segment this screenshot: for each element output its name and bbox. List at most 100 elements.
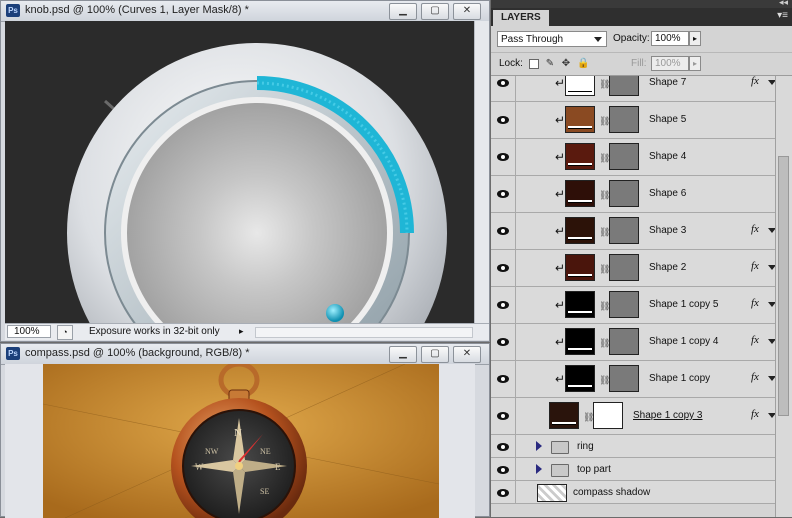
layers-scrollbar[interactable] [775,76,792,517]
layer-row[interactable]: ↵ ⛓ Shape 1 copy 5 fx [491,287,777,324]
opacity-field[interactable]: 100% [651,31,689,46]
layer-row[interactable]: ↵ ⛓ Shape 4 [491,139,777,176]
blend-mode-select[interactable]: Pass Through [497,31,607,47]
vector-mask-thumbnail[interactable] [609,106,639,133]
layer-thumbnail[interactable] [565,143,595,170]
layer-effects-icon[interactable]: fx [751,260,759,272]
visibility-toggle[interactable] [491,139,516,175]
layer-name[interactable]: Shape 6 [649,188,686,199]
layer-thumbnail[interactable] [565,217,595,244]
layer-effects-icon[interactable]: fx [751,76,759,87]
visibility-toggle[interactable] [491,324,516,360]
eye-icon[interactable] [497,79,509,87]
eye-icon[interactable] [497,116,509,124]
layer-thumbnail[interactable] [565,106,595,133]
link-chain-icon[interactable]: ⛓ [599,301,610,311]
layer-row[interactable]: ↵ ⛓ Shape 1 copy 4 fx [491,324,777,361]
layer-effects-icon[interactable]: fx [751,371,759,383]
layer-row[interactable]: ↵ ⛓ Shape 7 fx [491,76,777,102]
layers-panel[interactable]: ◂◂ LAYERS ▾≡ Pass Through Opacity: 100% … [490,0,792,517]
eye-icon[interactable] [497,412,509,420]
layer-thumbnail[interactable] [565,365,595,392]
vector-mask-thumbnail[interactable] [609,291,639,318]
visibility-toggle[interactable] [491,102,516,138]
visibility-toggle[interactable] [491,287,516,323]
layer-thumbnail[interactable] [549,402,579,429]
vector-mask-thumbnail[interactable] [609,143,639,170]
layer-name[interactable]: Shape 4 [649,151,686,162]
compass-titlebar[interactable]: Ps compass.psd @ 100% (background, RGB/8… [1,344,489,365]
layer-name[interactable]: compass shadow [573,487,650,498]
link-chain-icon[interactable]: ⛓ [599,264,610,274]
eye-icon[interactable] [497,338,509,346]
layer-name[interactable]: Shape 1 copy 3 [633,410,703,421]
link-chain-icon[interactable]: ⛓ [599,227,610,237]
eye-icon[interactable] [497,153,509,161]
layer-effects-icon[interactable]: fx [751,334,759,346]
layer-name[interactable]: Shape 2 [649,262,686,273]
lock-transparent-icon[interactable] [529,59,539,69]
link-chain-icon[interactable]: ⛓ [599,338,610,348]
layer-row[interactable]: ↵ ⛓ Shape 5 [491,102,777,139]
layer-name[interactable]: Shape 1 copy 5 [649,299,719,310]
eye-icon[interactable] [497,466,509,474]
expand-triangle-icon[interactable] [536,441,542,451]
layer-row[interactable]: ↵ ⛓ Shape 1 copy fx [491,361,777,398]
layer-row[interactable]: ⛓ Shape 1 copy 3 fx [491,398,777,435]
compass-document-window[interactable]: Ps compass.psd @ 100% (background, RGB/8… [0,343,490,518]
eye-icon[interactable] [497,190,509,198]
eye-icon[interactable] [497,264,509,272]
layer-thumbnail[interactable] [565,328,595,355]
fill-field[interactable]: 100% [651,56,689,71]
knob-horizontal-scrollbar[interactable] [255,327,473,338]
eye-icon[interactable] [497,375,509,383]
link-chain-icon[interactable]: ⛓ [599,153,610,163]
layer-row[interactable]: ↵ ⛓ Shape 3 fx [491,213,777,250]
panel-collapse-icon[interactable]: ◂◂ [779,0,788,8]
link-chain-icon[interactable]: ⛓ [583,412,594,422]
layer-row-compass-shadow[interactable]: compass shadow [491,481,777,504]
lock-move-icon[interactable]: ✥ [561,59,571,69]
vector-mask-thumbnail[interactable] [609,217,639,244]
zoom-level-field[interactable]: 100% [7,325,51,338]
minimize-button[interactable]: ▁ [389,3,417,20]
eye-icon[interactable] [497,489,509,497]
minimize-button[interactable]: ▁ [389,346,417,363]
eye-icon[interactable] [497,227,509,235]
vector-mask-thumbnail[interactable] [609,180,639,207]
vector-mask-thumbnail[interactable] [609,365,639,392]
expand-triangle-icon[interactable] [536,464,542,474]
tab-layers[interactable]: LAYERS [493,10,549,26]
close-button[interactable]: ✕ [453,346,481,363]
fill-slider-button[interactable]: ▸ [689,56,701,71]
link-chain-icon[interactable]: ⛓ [599,190,610,200]
visibility-toggle[interactable] [491,481,516,503]
layer-row[interactable]: ↵ ⛓ Shape 6 [491,176,777,213]
status-menu-arrow-icon[interactable]: ▸ [239,326,244,337]
vector-mask-thumbnail[interactable] [609,328,639,355]
knob-canvas[interactable] [5,21,475,323]
vector-mask-thumbnail[interactable] [593,402,623,429]
group-name[interactable]: top part [577,464,611,475]
layer-thumbnail[interactable] [565,291,595,318]
knob-titlebar[interactable]: Ps knob.psd @ 100% (Curves 1, Layer Mask… [1,1,489,22]
layer-effects-icon[interactable]: fx [751,408,759,420]
layer-group-row[interactable]: top part [491,458,777,481]
layer-row[interactable]: ↵ ⛓ Shape 2 fx [491,250,777,287]
layer-name[interactable]: Shape 5 [649,114,686,125]
maximize-button[interactable]: ▢ [421,3,449,20]
layer-thumbnail[interactable] [565,76,595,96]
knob-document-window[interactable]: Ps knob.psd @ 100% (Curves 1, Layer Mask… [0,0,490,342]
layer-thumbnail[interactable] [537,484,567,502]
maximize-button[interactable]: ▢ [421,346,449,363]
eye-icon[interactable] [497,301,509,309]
visibility-toggle[interactable] [491,213,516,249]
eye-icon[interactable] [497,443,509,451]
knob-vertical-scrollbar[interactable] [474,21,489,323]
lock-all-icon[interactable]: 🔒 [577,59,589,69]
layer-name[interactable]: Shape 1 copy 4 [649,336,719,347]
panel-menu-icon[interactable]: ▾≡ [777,10,788,21]
layer-effects-icon[interactable]: fx [751,223,759,235]
group-name[interactable]: ring [577,441,594,452]
visibility-toggle[interactable] [491,361,516,397]
